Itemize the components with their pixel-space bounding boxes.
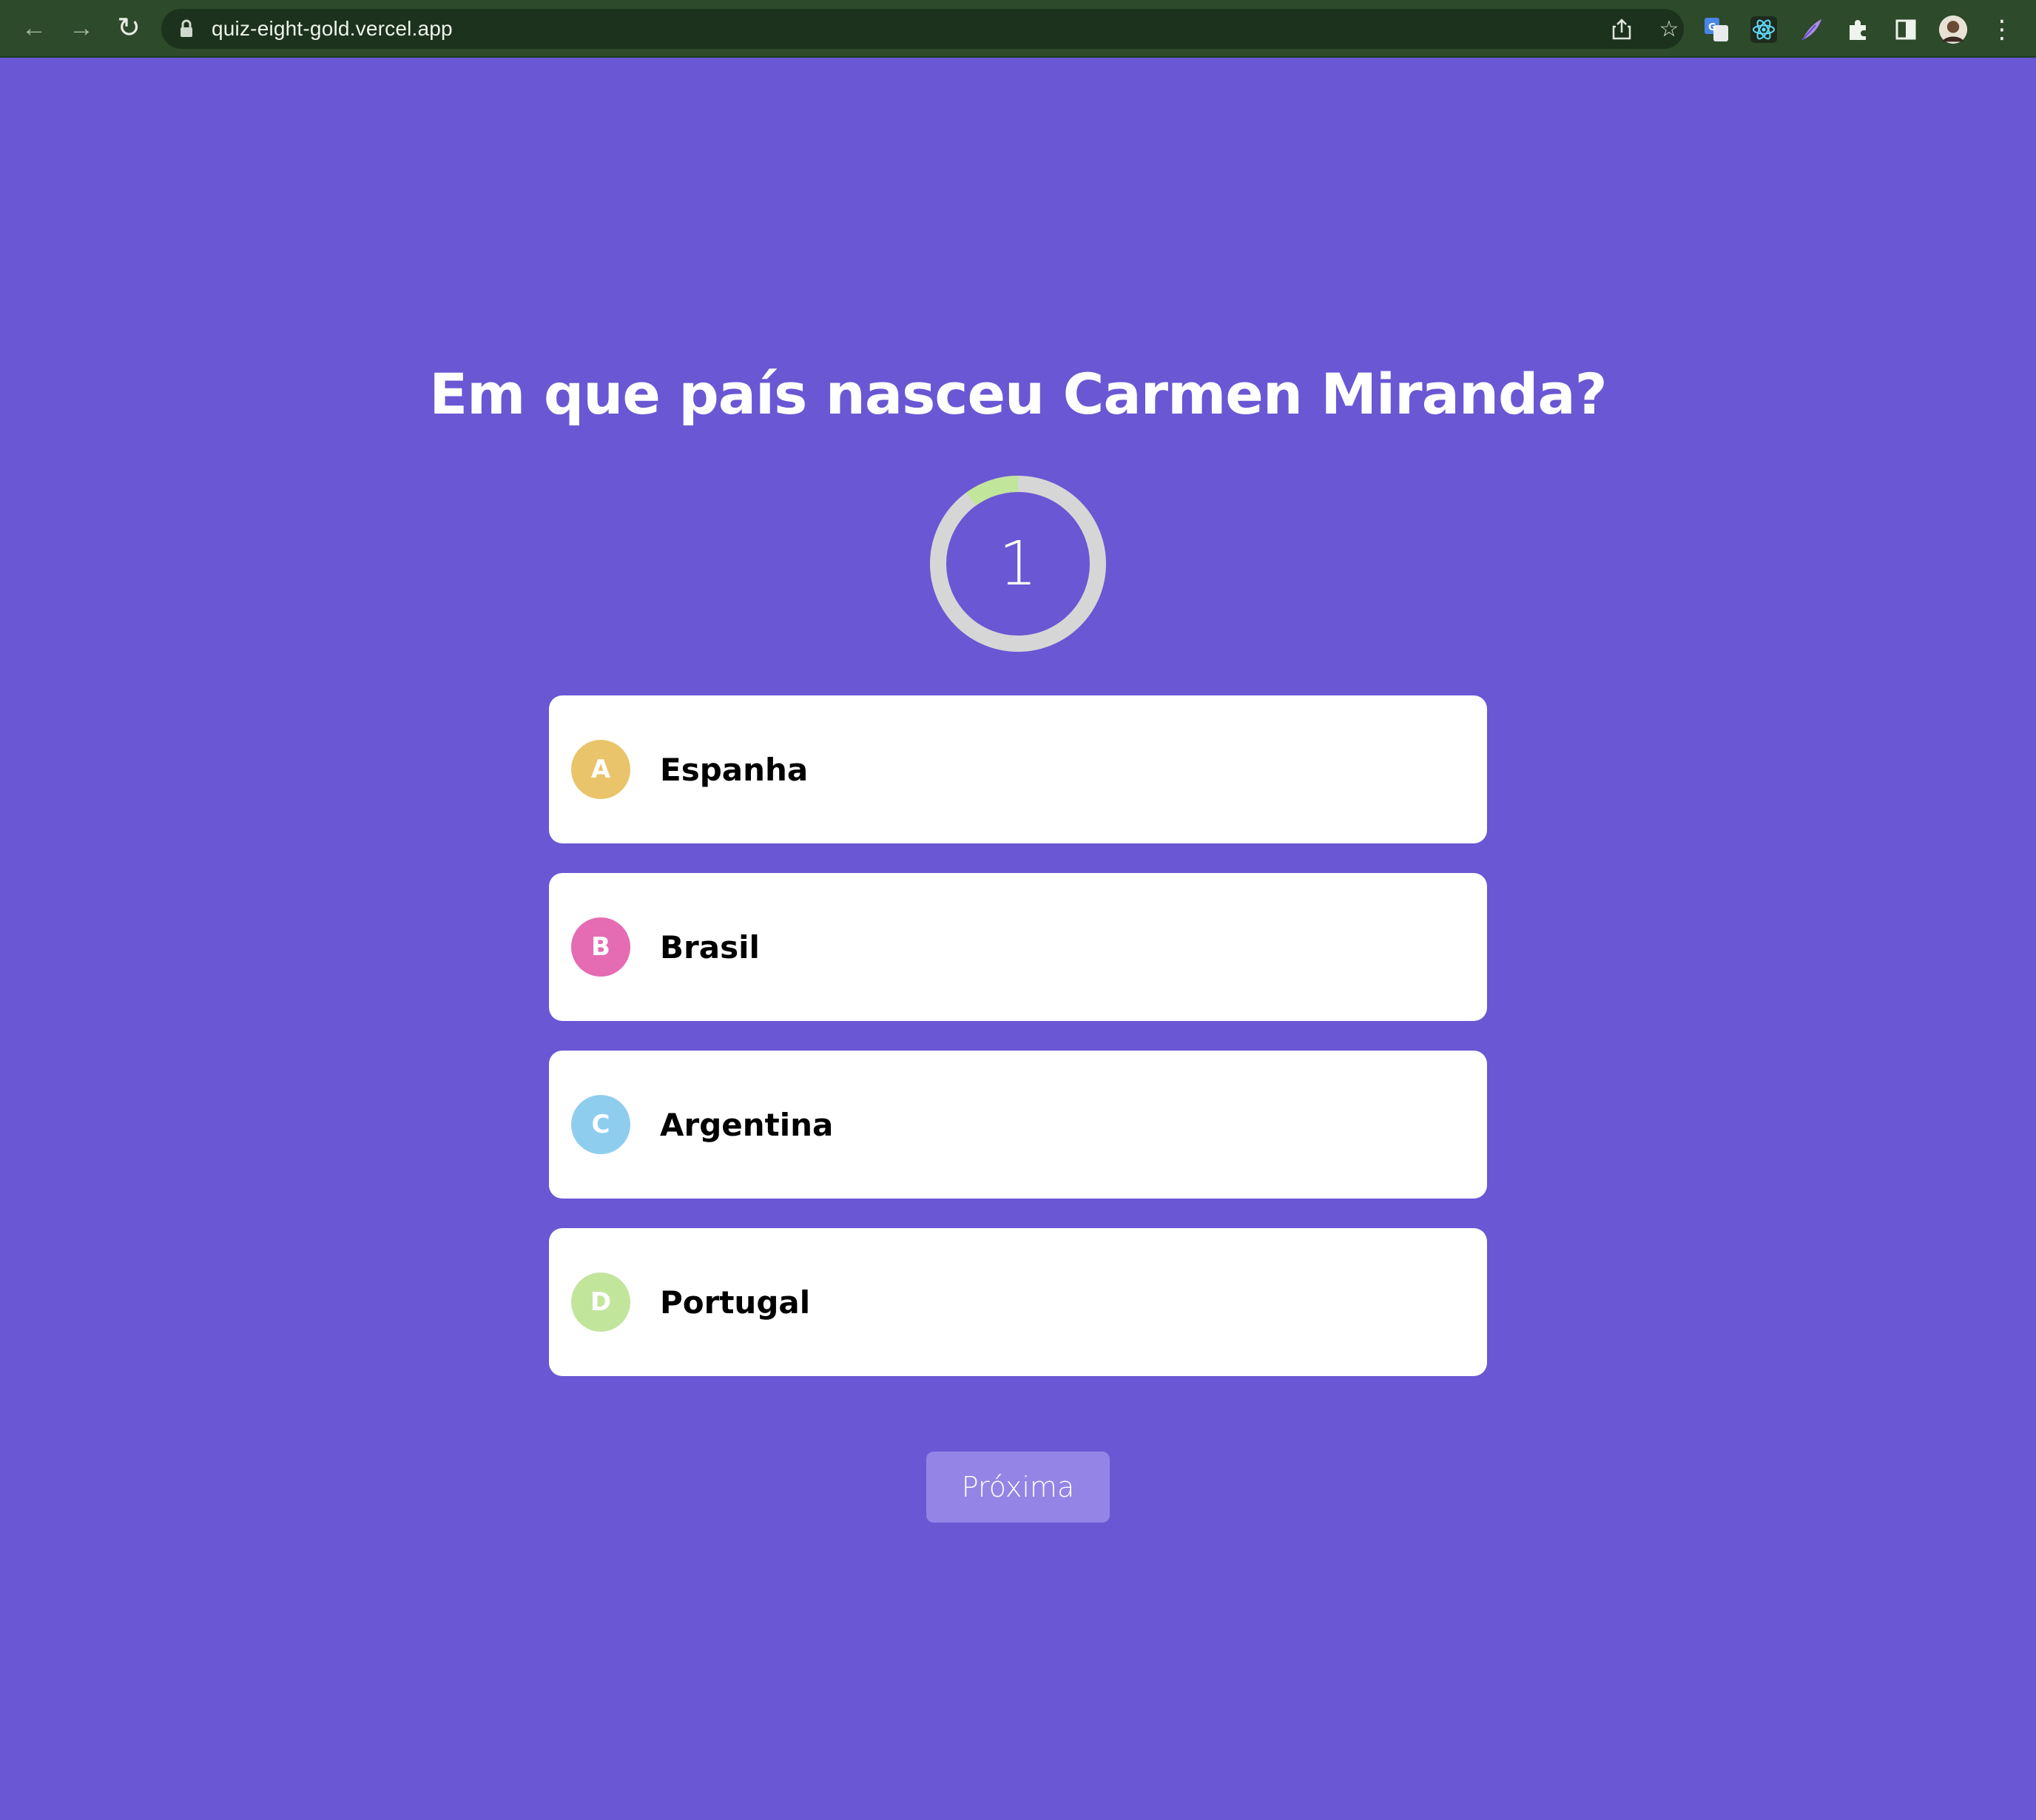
forward-arrow-icon[interactable]: → — [64, 10, 99, 46]
lock-icon — [181, 19, 192, 37]
answer-text: Brasil — [660, 928, 760, 965]
answer-text: Portugal — [660, 1284, 811, 1321]
react-devtools-icon[interactable] — [1749, 15, 1779, 44]
extensions-puzzle-icon[interactable] — [1844, 15, 1873, 44]
share-icon[interactable] — [1610, 17, 1634, 41]
timer-value: 1 — [998, 528, 1038, 599]
answer-text: Argentina — [660, 1106, 834, 1143]
bookmark-star-icon[interactable]: ☆ — [1657, 17, 1681, 41]
answer-option-d[interactable]: D Portugal — [549, 1228, 1487, 1376]
question-title: Em que país nasceu Carmen Miranda? — [429, 361, 1607, 427]
profile-avatar[interactable] — [1938, 15, 1968, 44]
countdown-timer: 1 — [929, 475, 1107, 653]
answer-letter-badge: A — [571, 740, 630, 799]
answer-option-c[interactable]: C Argentina — [549, 1051, 1487, 1199]
next-question-button[interactable]: Próxima — [926, 1452, 1110, 1523]
answer-option-b[interactable]: B Brasil — [549, 873, 1487, 1021]
answer-letter-badge: B — [571, 917, 630, 977]
browser-menu-icon[interactable]: ⋮ — [1987, 15, 2017, 44]
address-bar[interactable]: quiz-eight-gold.vercel.app ☆ — [161, 9, 1684, 49]
svg-text:G: G — [1708, 22, 1716, 33]
reload-icon[interactable]: ↻ — [111, 10, 146, 46]
google-translate-icon[interactable]: G — [1702, 15, 1731, 44]
side-panel-icon[interactable] — [1891, 15, 1921, 44]
back-arrow-icon[interactable]: ← — [16, 10, 52, 46]
answer-letter-badge: C — [571, 1095, 630, 1154]
answer-letter-badge: D — [571, 1273, 630, 1332]
url-text: quiz-eight-gold.vercel.app — [212, 17, 453, 40]
browser-toolbar: ← → ↻ quiz-eight-gold.vercel.app ☆ G ⋮ — [0, 0, 2036, 58]
answer-option-a[interactable]: A Espanha — [549, 695, 1487, 843]
feather-extension-icon[interactable] — [1796, 15, 1826, 44]
answer-text: Espanha — [660, 751, 809, 788]
